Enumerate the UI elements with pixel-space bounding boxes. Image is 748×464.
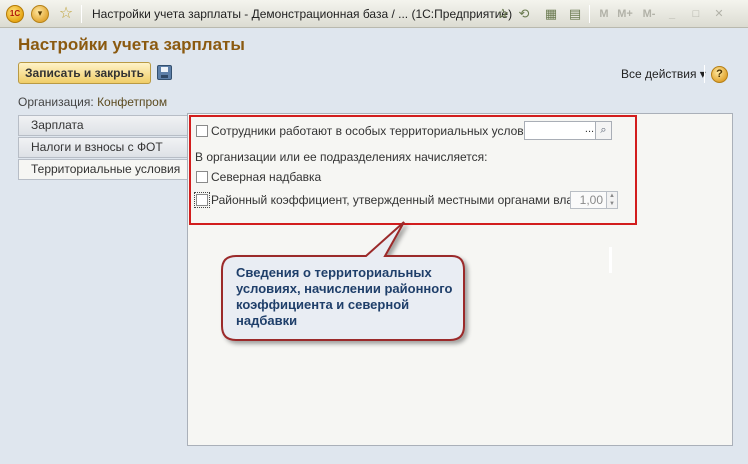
memory-button[interactable]: M (594, 4, 614, 24)
tab-salary[interactable]: Зарплата (18, 115, 188, 136)
maximize-icon[interactable]: □ (686, 4, 706, 24)
calendar-icon[interactable]: ▤ (565, 4, 585, 24)
tab-territorial[interactable]: Территориальные условия (18, 159, 188, 180)
save-and-close-button[interactable]: Записать и закрыть (18, 62, 151, 84)
form-title: Настройки учета зарплаты (18, 35, 245, 54)
decorative-mark (609, 247, 612, 273)
organization-value[interactable]: Конфетпром (97, 95, 167, 109)
highlight-frame (189, 115, 637, 225)
all-actions-menu[interactable]: Все действия ▾ (621, 67, 706, 81)
toolbar-separator (704, 65, 705, 83)
memory-plus-button[interactable]: M+ (615, 4, 635, 24)
history-icon[interactable]: ⟲ (514, 4, 534, 24)
calculator-icon[interactable]: ▦ (541, 4, 561, 24)
toolbar-separator (589, 5, 590, 23)
tab-taxes[interactable]: Налоги и взносы с ФОТ (18, 137, 188, 158)
close-icon[interactable]: ✕ (709, 4, 729, 24)
help-icon[interactable]: ? (711, 66, 728, 83)
organization-label: Организация: (18, 95, 94, 109)
app-logo-icon[interactable]: 1С (6, 5, 24, 23)
memory-minus-button[interactable]: M- (639, 4, 659, 24)
window-titlebar: 1С ▾ ☆ Настройки учета зарплаты - Демонс… (0, 0, 748, 28)
main-menu-chevron-icon[interactable]: ▾ (31, 5, 49, 23)
window-title: Настройки учета зарплаты - Демонстрацион… (92, 7, 513, 21)
favorite-star-icon[interactable]: ☆ (57, 5, 75, 23)
minimize-icon[interactable]: _ (662, 4, 682, 24)
organization-row: Организация: Конфетпром (18, 95, 167, 109)
toolbar-separator (81, 5, 82, 23)
callout-text: Сведения о территориальных условиях, нач… (236, 265, 453, 328)
add-favorite-icon[interactable]: ✰ (493, 4, 513, 24)
save-icon[interactable] (157, 65, 172, 80)
